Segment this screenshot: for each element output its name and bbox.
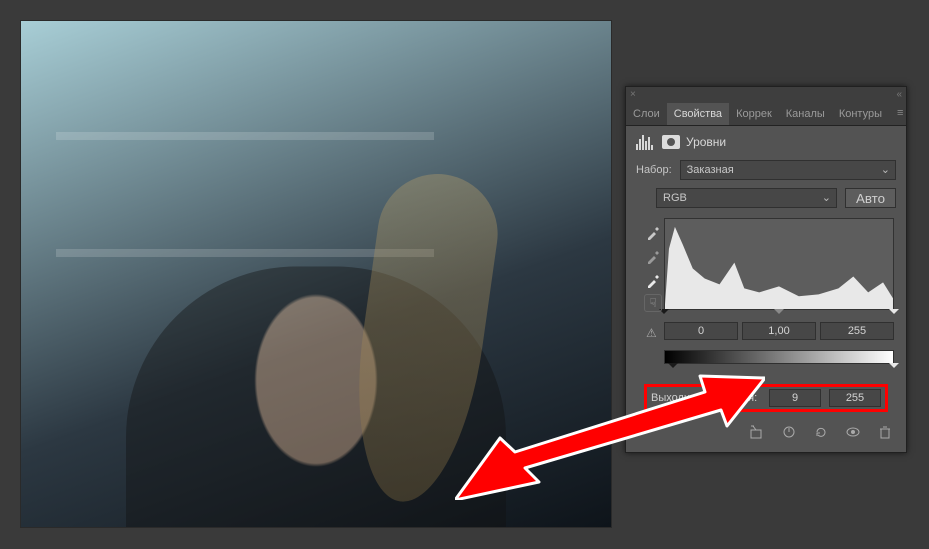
preset-select[interactable]: Заказная <box>680 160 896 180</box>
panel-collapse-icon[interactable]: « <box>896 89 902 101</box>
auto-button[interactable]: Авто <box>845 188 896 208</box>
clip-to-layer-icon[interactable] <box>748 424 766 440</box>
output-values-highlight: Выходные значения: 9 255 <box>644 384 888 412</box>
previous-state-icon[interactable] <box>780 424 798 440</box>
mask-icon[interactable] <box>662 135 680 149</box>
output-highlights-field[interactable]: 255 <box>829 389 881 407</box>
output-gradient <box>664 350 894 364</box>
trash-icon[interactable] <box>876 424 894 440</box>
output-values-label: Выходные значения: <box>651 392 761 404</box>
levels-icon <box>636 134 656 150</box>
channel-select[interactable]: RGB <box>656 188 837 208</box>
targeted-adjust-icon[interactable]: ☟ <box>644 294 662 312</box>
tab-channels[interactable]: Каналы <box>779 103 832 125</box>
histogram <box>664 218 894 310</box>
input-slider[interactable] <box>664 310 894 320</box>
eyedropper-white-icon[interactable] <box>646 272 666 290</box>
eyedropper-gray-icon[interactable] <box>646 248 666 266</box>
input-shadows-field[interactable]: 0 <box>664 322 738 340</box>
document-canvas[interactable] <box>20 20 612 528</box>
panel-tabs: Слои Свойства Коррек Каналы Контуры ≡ <box>626 103 906 126</box>
properties-panel: × « Слои Свойства Коррек Каналы Контуры … <box>625 86 907 453</box>
visibility-icon[interactable] <box>844 424 862 440</box>
adjustment-title: Уровни <box>686 135 726 149</box>
input-highlights-field[interactable]: 255 <box>820 322 894 340</box>
tab-layers[interactable]: Слои <box>626 103 667 125</box>
input-midtones-field[interactable]: 1,00 <box>742 322 816 340</box>
panel-footer <box>626 416 906 444</box>
output-slider[interactable] <box>664 364 894 374</box>
eyedropper-black-icon[interactable] <box>646 224 666 242</box>
panel-close-icon[interactable]: × <box>630 89 636 101</box>
output-highlights-handle[interactable] <box>889 363 899 373</box>
input-midtones-handle[interactable] <box>774 309 784 319</box>
input-highlights-handle[interactable] <box>889 309 899 319</box>
output-shadows-field[interactable]: 9 <box>769 389 821 407</box>
output-shadows-handle[interactable] <box>668 363 678 373</box>
warning-icon: ⚠ <box>646 326 657 340</box>
tab-paths[interactable]: Контуры <box>832 103 889 125</box>
panel-menu-icon[interactable]: ≡ <box>889 103 911 125</box>
preset-label: Набор: <box>636 164 672 176</box>
tab-corrections[interactable]: Коррек <box>729 103 779 125</box>
reset-icon[interactable] <box>812 424 830 440</box>
tab-properties[interactable]: Свойства <box>667 103 729 125</box>
